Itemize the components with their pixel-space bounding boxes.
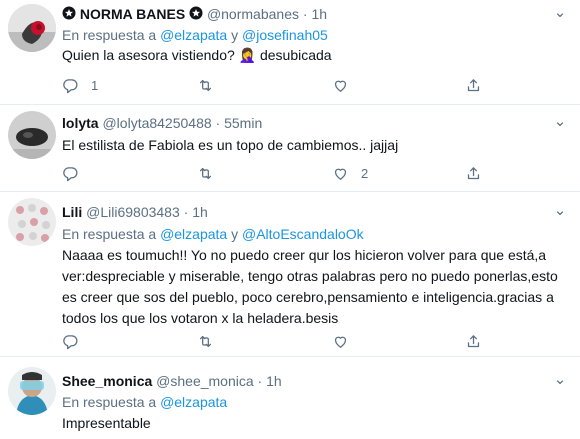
reply-context: En respuesta a @elzapata y @josefinah05 (62, 27, 328, 43)
tweet-actions: 1 (62, 76, 532, 94)
share-icon (467, 78, 480, 91)
display-name[interactable]: NORMA BANES (80, 6, 185, 22)
timestamp[interactable]: 1h (192, 204, 208, 220)
tweet-text: Quien la asesora vistiendo? 🤦‍♀️ desubic… (62, 47, 332, 63)
like-count: 2 (361, 165, 369, 181)
display-name[interactable]: Lili (62, 204, 82, 220)
user-handle[interactable]: @Lili69803483 (86, 204, 180, 220)
timestamp[interactable]: 1h (266, 373, 282, 389)
heart-icon (334, 168, 347, 180)
reply-prefix: En respuesta a (62, 27, 157, 43)
star-badge-icon (62, 6, 76, 23)
tweet-text: Impresentable (62, 415, 151, 431)
share-icon (467, 334, 480, 347)
tweet-item[interactable]: Lili @Lili69803483 · 1h ⌄ En respuesta a… (0, 192, 580, 357)
share-button[interactable] (465, 164, 482, 182)
avatar[interactable] (8, 4, 56, 52)
reply-button[interactable] (62, 332, 91, 350)
mention-link[interactable]: @elzapata (160, 394, 227, 410)
retweet-button[interactable] (197, 76, 226, 94)
reply-count: 1 (91, 77, 99, 93)
like-button[interactable]: 2 (332, 164, 368, 182)
tweet-header: Lili @Lili69803483 · 1h (62, 204, 208, 220)
share-button[interactable] (465, 76, 482, 94)
separator-dot: · (302, 6, 308, 22)
tweet-text: Naaaa es toumuch!! Yo no puedo creer qur… (62, 247, 558, 326)
separator-dot: · (215, 115, 221, 131)
reply-join: y (231, 27, 239, 43)
avatar-image (8, 4, 56, 52)
tweet-header: lolyta @lolyta84250488 · 55min (62, 115, 262, 131)
avatar[interactable] (8, 111, 56, 159)
user-handle[interactable]: @shee_monica (156, 373, 254, 389)
avatar[interactable] (8, 367, 56, 415)
mention-link[interactable]: @elzapata (160, 27, 227, 43)
star-badge-icon (189, 6, 203, 23)
reply-icon (63, 166, 78, 181)
reply-button[interactable]: 1 (62, 76, 98, 94)
reply-prefix: En respuesta a (62, 226, 157, 242)
separator-dot: · (183, 204, 189, 220)
like-button[interactable] (332, 332, 361, 350)
share-button[interactable] (465, 332, 482, 350)
reply-join: y (231, 226, 239, 242)
retweet-icon (199, 167, 212, 179)
retweet-button[interactable] (197, 164, 226, 182)
more-options-icon[interactable]: ⌄ (550, 372, 570, 389)
reply-icon (63, 334, 78, 349)
reply-prefix: En respuesta a (62, 394, 157, 410)
tweet-actions: 2 (62, 164, 532, 182)
tweet-text: El estilista de Fabiola es un topo de ca… (62, 137, 399, 153)
mention-link[interactable]: @josefinah05 (242, 27, 328, 43)
mention-link[interactable]: @AltoEscandaloOk (242, 226, 364, 242)
retweet-button[interactable] (197, 332, 226, 350)
more-options-icon[interactable]: ⌄ (550, 114, 570, 131)
tweet-actions (62, 332, 532, 350)
reply-context: En respuesta a @elzapata y @AltoEscandal… (62, 226, 364, 242)
retweet-icon (199, 79, 212, 91)
avatar-image (8, 367, 56, 415)
timestamp[interactable]: 55min (224, 115, 262, 131)
more-options-icon[interactable]: ⌄ (550, 5, 570, 22)
mention-link[interactable]: @elzapata (160, 226, 227, 242)
reply-context: En respuesta a @elzapata (62, 394, 227, 410)
avatar-image (8, 198, 56, 246)
tweet-header: Shee_monica @shee_monica · 1h (62, 373, 282, 389)
display-name[interactable]: lolyta (62, 115, 99, 131)
user-handle[interactable]: @normabanes (207, 6, 299, 22)
more-options-icon[interactable]: ⌄ (550, 203, 570, 220)
heart-icon (334, 80, 347, 92)
retweet-icon (199, 335, 212, 347)
avatar-image (8, 111, 56, 159)
avatar[interactable] (8, 198, 56, 246)
separator-dot: · (257, 373, 263, 389)
reply-icon (63, 78, 78, 93)
tweet-item[interactable]: lolyta @lolyta84250488 · 55min ⌄ El esti… (0, 105, 580, 192)
tweet-header: NORMA BANES @normabanes · 1h (62, 6, 327, 23)
like-button[interactable] (332, 76, 361, 94)
heart-icon (334, 336, 347, 348)
display-name[interactable]: Shee_monica (62, 373, 152, 389)
reply-button[interactable] (62, 164, 91, 182)
timestamp[interactable]: 1h (311, 6, 327, 22)
tweet-item[interactable]: Shee_monica @shee_monica · 1h ⌄ En respu… (0, 357, 580, 439)
share-icon (467, 166, 480, 179)
tweet-item[interactable]: NORMA BANES @normabanes · 1h ⌄ En respue… (0, 0, 580, 105)
user-handle[interactable]: @lolyta84250488 (102, 115, 211, 131)
